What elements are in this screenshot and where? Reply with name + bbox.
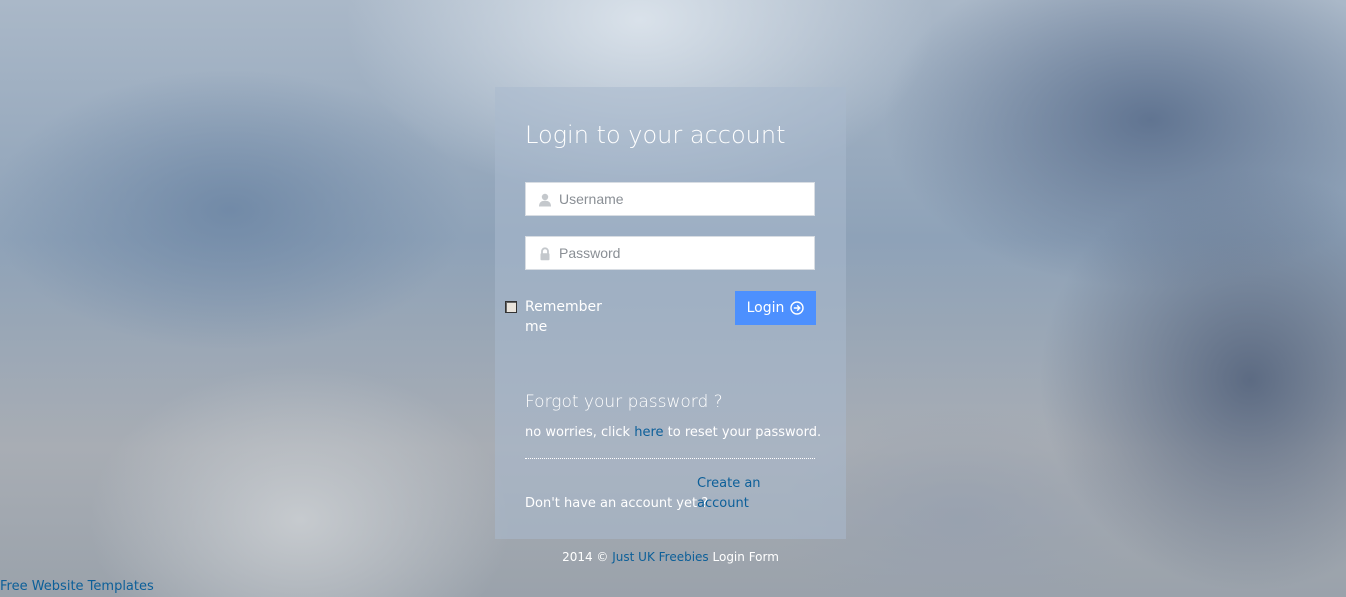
divider	[525, 458, 815, 459]
reset-password-link[interactable]: here	[634, 425, 663, 440]
lock-icon	[538, 246, 552, 261]
forgot-text-before: no worries, click	[525, 425, 635, 440]
no-account-text: Don't have an account yet ?	[525, 496, 709, 511]
password-field[interactable]	[525, 236, 815, 270]
user-icon	[538, 192, 552, 207]
username-field[interactable]	[525, 182, 815, 216]
footer-suffix: Login Form	[708, 550, 779, 564]
create-account-link[interactable]: Create an account	[697, 474, 767, 514]
footer: 2014 © Just UK Freebies Login Form	[495, 550, 846, 564]
footer-link[interactable]: Just UK Freebies	[612, 550, 708, 564]
circle-arrow-right-icon	[790, 301, 805, 315]
forgot-text-after: to reset your password.	[663, 425, 822, 440]
login-button[interactable]: Login	[735, 291, 816, 325]
remember-me-checkbox[interactable]	[505, 301, 517, 313]
remember-me-label: Remember me	[525, 299, 602, 335]
login-button-label: Login	[746, 300, 785, 316]
login-panel: Login to your account Remember me Login	[495, 87, 846, 539]
forgot-password-text: no worries, click here to reset your pas…	[525, 425, 821, 440]
login-title: Login to your account	[525, 121, 786, 149]
footer-prefix: 2014 ©	[562, 550, 613, 564]
free-website-templates-link[interactable]: Free Website Templates	[0, 579, 154, 594]
username-input[interactable]	[559, 183, 809, 215]
forgot-password-title: Forgot your password ?	[525, 392, 723, 412]
password-input[interactable]	[559, 237, 809, 269]
